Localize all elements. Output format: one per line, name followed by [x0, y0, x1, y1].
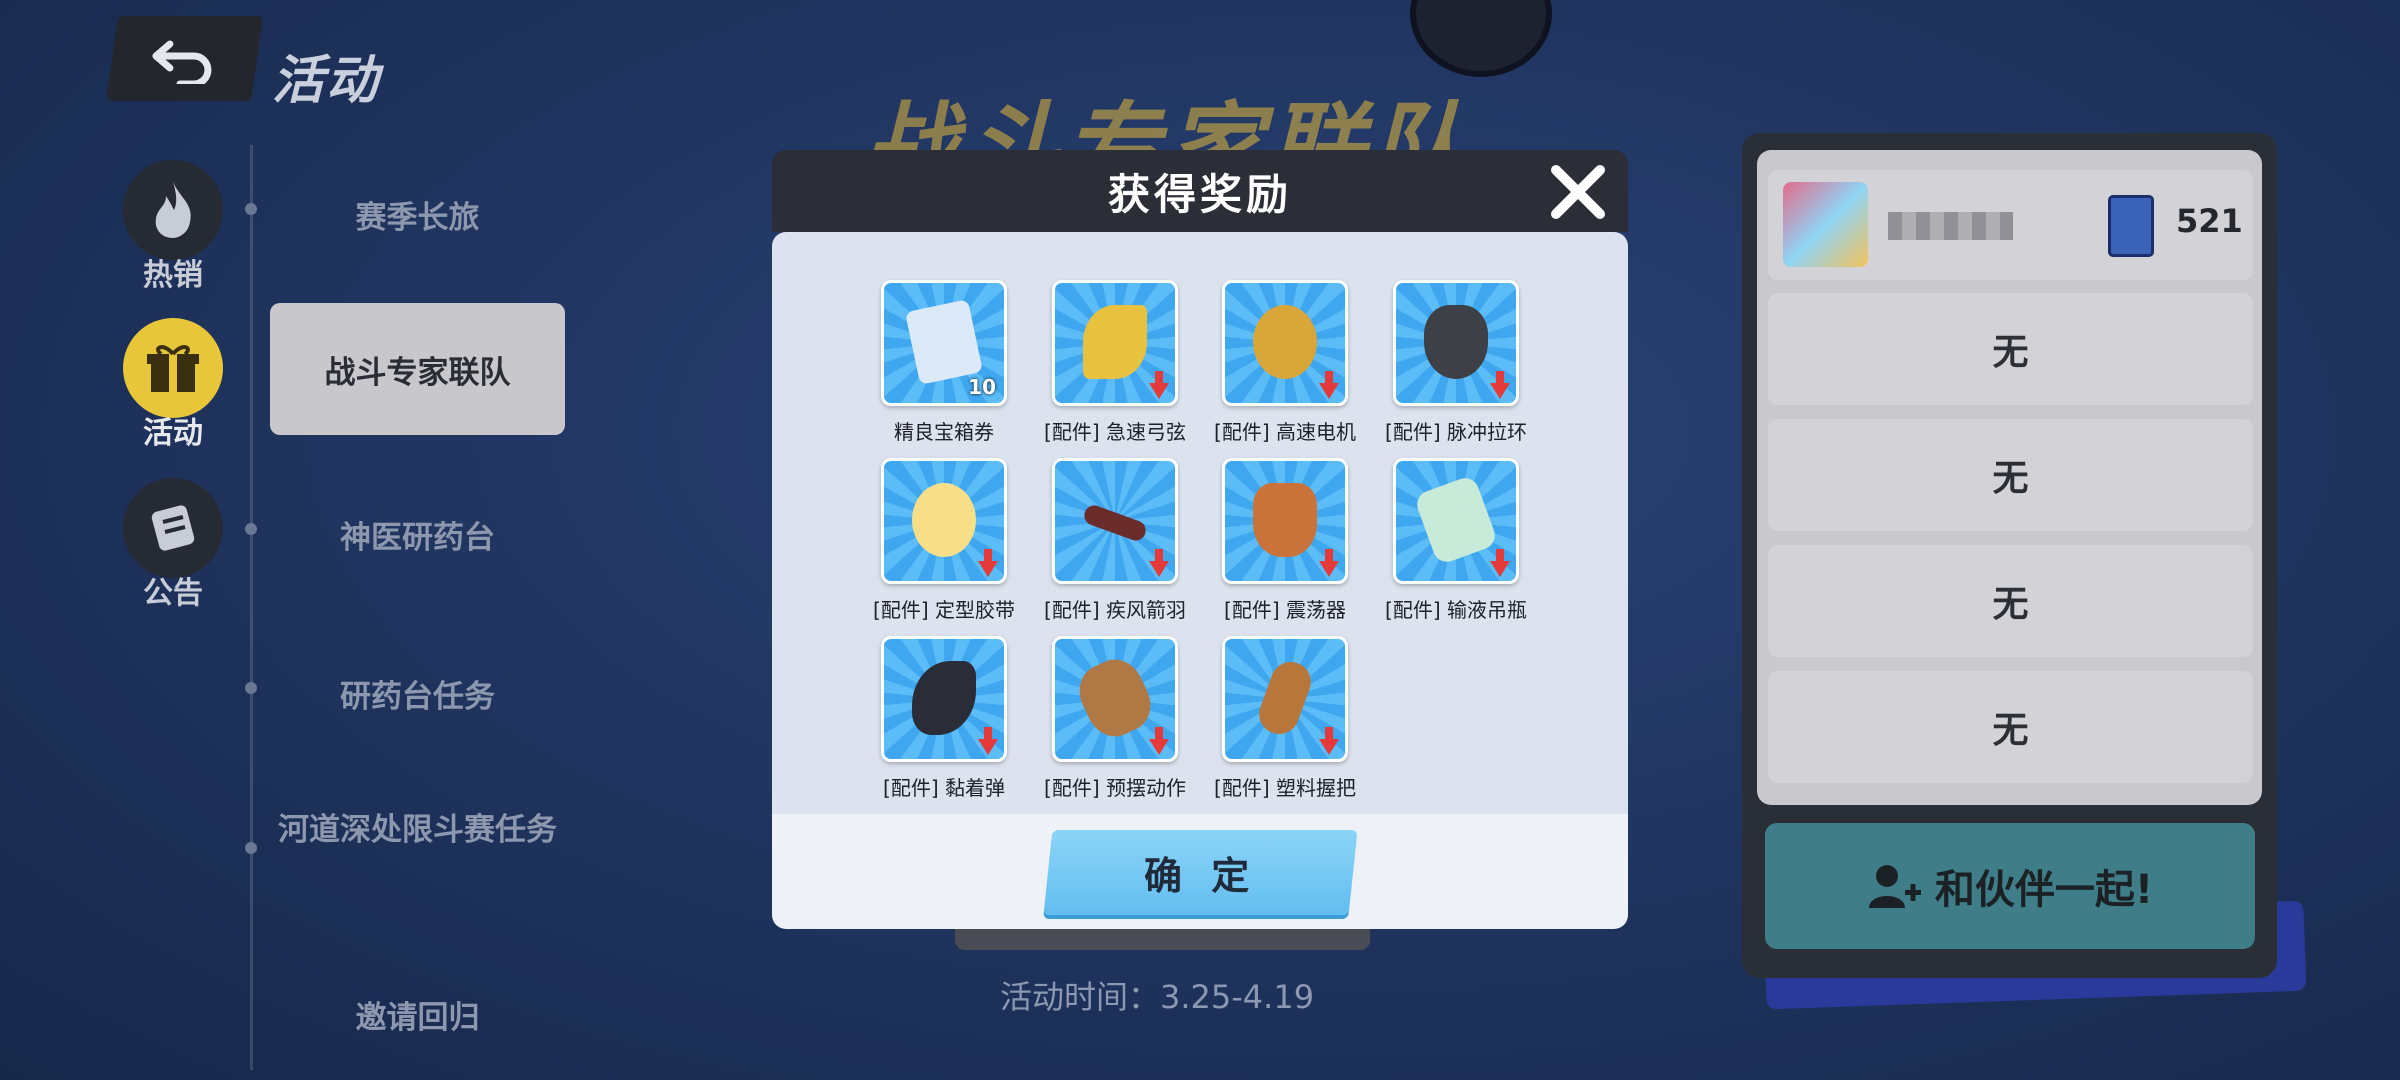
confirm-label: 确 定 — [1143, 854, 1258, 898]
item-art — [1081, 502, 1149, 544]
reward-item[interactable]: [配件] 脉冲拉环 — [1371, 280, 1541, 445]
tape-icon — [881, 458, 1007, 584]
item-art — [1253, 656, 1317, 740]
nav-tab-activity[interactable]: 活动 — [118, 318, 228, 452]
vibrator-icon — [1222, 458, 1348, 584]
reward-dialog-header: 获得奖励 — [772, 150, 1628, 232]
item-art — [912, 661, 976, 735]
back-button[interactable] — [106, 16, 263, 101]
item-label: [配件] 塑料握把 — [1214, 776, 1356, 800]
item-art — [1253, 483, 1317, 557]
add-friend-icon — [1868, 865, 1921, 908]
reward-item[interactable]: [配件] 震荡器 — [1200, 458, 1370, 623]
avatar — [1783, 182, 1868, 267]
scroll-icon — [123, 478, 223, 578]
reward-item[interactable]: [配件] 定型胶带 — [859, 458, 1029, 623]
nav-dot — [245, 682, 257, 694]
item-quantity: 10 — [968, 375, 996, 399]
arrow-down-icon — [978, 727, 998, 755]
card-icon — [2108, 195, 2154, 257]
arrow-down-icon — [1149, 727, 1169, 755]
close-icon — [1551, 165, 1605, 219]
arrow-down-icon — [1319, 371, 1339, 399]
team-slot[interactable]: 无 — [1768, 671, 2253, 783]
arrow-down-icon — [1319, 727, 1339, 755]
sub-item-medicine-table[interactable]: 神医研药台 — [270, 512, 565, 557]
item-label: [配件] 疾风箭羽 — [1044, 598, 1186, 622]
sub-item-invite-return[interactable]: 邀请回归 — [270, 992, 565, 1037]
item-art — [912, 483, 976, 557]
reward-item[interactable]: [配件] 预摆动作 — [1030, 636, 1200, 801]
team-slot[interactable]: 无 — [1768, 545, 2253, 657]
nav-tab-label: 热销 — [143, 258, 203, 293]
reward-item[interactable]: [配件] 输液吊瓶 — [1371, 458, 1541, 623]
barrel-icon — [1052, 636, 1178, 762]
nav-rail — [250, 145, 253, 1070]
team-with-partner-button[interactable]: 和伙伴一起! — [1765, 823, 2255, 949]
sub-item-medicine-task[interactable]: 研药台任务 — [270, 671, 565, 716]
bowstring-icon — [1052, 280, 1178, 406]
arrow-down-icon — [1490, 371, 1510, 399]
player-name-blurred — [1888, 212, 2013, 240]
player-count: 521 — [2176, 202, 2243, 240]
flame-icon — [123, 160, 223, 260]
item-label: [配件] 预摆动作 — [1044, 776, 1186, 800]
arrow-down-icon — [1490, 549, 1510, 577]
arrow-down-icon — [1319, 549, 1339, 577]
motor-icon — [1222, 280, 1348, 406]
reward-item[interactable]: [配件] 塑料握把 — [1200, 636, 1370, 801]
nav-tab-label: 公告 — [143, 576, 203, 611]
page-title: 活动 — [272, 51, 381, 111]
pull-ring-icon — [1393, 280, 1519, 406]
reward-item[interactable]: [配件] 高速电机 — [1200, 280, 1370, 445]
reward-item[interactable]: 10 精良宝箱券 — [859, 280, 1029, 445]
sticky-bomb-icon — [881, 636, 1007, 762]
item-art — [1424, 305, 1488, 379]
reward-item[interactable]: [配件] 疾风箭羽 — [1030, 458, 1200, 623]
ticket-icon: 10 — [881, 280, 1007, 406]
item-art — [1413, 474, 1499, 566]
item-label: [配件] 高速电机 — [1214, 420, 1356, 444]
arrow-down-icon — [978, 549, 998, 577]
nav-tab-hot[interactable]: 热销 — [118, 160, 228, 294]
reward-item[interactable]: [配件] 黏着弹 — [859, 636, 1029, 801]
item-art — [1070, 650, 1160, 746]
item-label: [配件] 急速弓弦 — [1044, 420, 1186, 444]
arrow-feather-icon — [1052, 458, 1178, 584]
item-label: 精良宝箱券 — [894, 420, 994, 444]
item-label: [配件] 黏着弹 — [883, 776, 1005, 800]
item-label: [配件] 定型胶带 — [873, 598, 1015, 622]
team-slot[interactable]: 无 — [1768, 419, 2253, 531]
sub-item-season[interactable]: 赛季长旅 — [270, 192, 565, 237]
item-label: [配件] 输液吊瓶 — [1385, 598, 1527, 622]
team-slot[interactable]: 无 — [1768, 293, 2253, 405]
item-art — [905, 299, 983, 385]
sub-item-battle-expert[interactable]: 战斗专家联队 — [270, 303, 565, 435]
nav-tab-notice[interactable]: 公告 — [118, 478, 228, 612]
nav-tab-label: 活动 — [143, 416, 203, 451]
player-row: 521 — [1768, 170, 2253, 280]
reward-item[interactable]: [配件] 急速弓弦 — [1030, 280, 1200, 445]
item-label: [配件] 脉冲拉环 — [1385, 420, 1527, 444]
nav-dot — [245, 203, 257, 215]
sub-item-river-task[interactable]: 河道深处限斗赛任务 — [270, 812, 565, 848]
nav-dot — [245, 523, 257, 535]
item-label: [配件] 震荡器 — [1224, 598, 1346, 622]
iv-bag-icon — [1393, 458, 1519, 584]
activity-time: 活动时间：3.25-4.19 — [1000, 978, 1315, 1016]
item-art — [1083, 305, 1147, 379]
arrow-down-icon — [1149, 549, 1169, 577]
close-button[interactable] — [1548, 162, 1608, 222]
back-arrow-icon — [152, 40, 211, 84]
item-art — [1253, 305, 1317, 379]
team-with-partner-label: 和伙伴一起! — [1934, 867, 2154, 913]
gift-icon — [123, 318, 223, 418]
grip-icon — [1222, 636, 1348, 762]
confirm-button[interactable]: 确 定 — [1043, 830, 1358, 915]
arrow-down-icon — [1149, 371, 1169, 399]
nav-dot — [245, 842, 257, 854]
dialog-title: 获得奖励 — [1107, 169, 1292, 219]
